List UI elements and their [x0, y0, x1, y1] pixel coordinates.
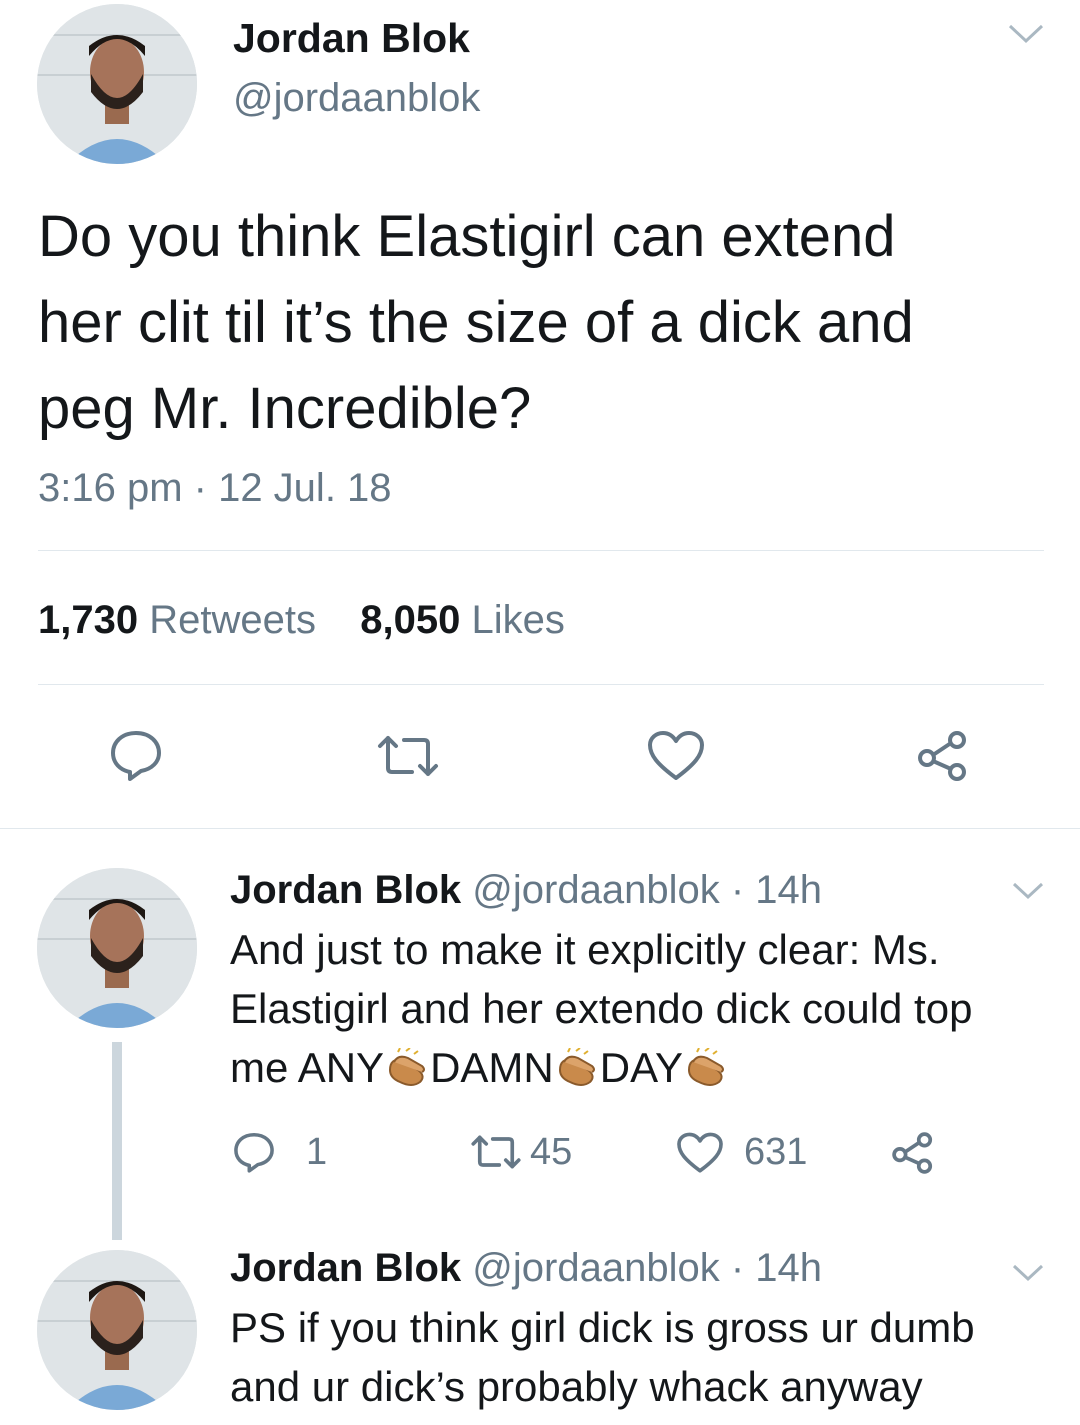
reply-header: Jordan Blok @jordaanblok · 14h: [230, 1244, 822, 1292]
avatar[interactable]: [37, 4, 197, 164]
chevron-down-icon[interactable]: [1010, 1262, 1046, 1284]
like-icon[interactable]: [676, 1132, 724, 1174]
retweet-icon[interactable]: [470, 1134, 522, 1170]
retweet-count[interactable]: 45: [530, 1130, 572, 1174]
author-name[interactable]: Jordan Blok: [233, 14, 470, 62]
clapping-hands-icon: [384, 1044, 430, 1086]
reply-text-line: PS if you think girl dick is gross ur du…: [230, 1304, 975, 1351]
reply-text-segment: DAY: [599, 1044, 683, 1091]
clapping-hands-icon: [683, 1044, 729, 1086]
clapping-hands-icon: [554, 1044, 600, 1086]
reply-header: Jordan Blok @jordaanblok · 14h: [230, 866, 822, 914]
chevron-down-icon[interactable]: [1010, 880, 1046, 902]
reply-icon[interactable]: [232, 1130, 276, 1174]
reply-text-line: Elastigirl and her extendo dick could to…: [230, 985, 973, 1032]
tweet-text: Do you think Elastigirl can extend her c…: [38, 194, 914, 452]
avatar[interactable]: [37, 868, 197, 1028]
author-handle[interactable]: @jordaanblok: [233, 74, 480, 122]
reply-text-segment: DAMN: [430, 1044, 554, 1091]
reply-meta[interactable]: @jordaanblok · 14h: [472, 868, 822, 912]
tweet-stats: 1,730 Retweets 8,050 Likes: [38, 596, 565, 644]
tweet-timestamp[interactable]: 3:16 pm · 12 Jul. 18: [38, 464, 392, 512]
retweet-count[interactable]: 1,730: [38, 598, 138, 642]
divider: [38, 684, 1044, 685]
tweet-text-line: peg Mr. Incredible?: [38, 376, 532, 441]
reply-text-line: me ANY DAMN DAY: [230, 1038, 972, 1097]
like-count[interactable]: 631: [744, 1130, 807, 1174]
like-count[interactable]: 8,050: [360, 598, 460, 642]
reply-count[interactable]: 1: [306, 1130, 327, 1174]
reply-text: And just to make it explicitly clear: Ms…: [230, 920, 972, 1097]
tweet-text-line: Do you think Elastigirl can extend: [38, 204, 896, 269]
like-label[interactable]: Likes: [471, 598, 564, 642]
retweet-label[interactable]: Retweets: [149, 598, 316, 642]
thread-line: [112, 1042, 122, 1240]
share-icon[interactable]: [890, 1130, 936, 1176]
reply-text-segment: me ANY: [230, 1044, 385, 1091]
reply-text-line: and ur dick’s probably whack anyway: [230, 1363, 923, 1410]
reply-icon[interactable]: [108, 727, 164, 783]
author-name[interactable]: Jordan Blok: [230, 868, 461, 912]
retweet-icon[interactable]: [376, 734, 440, 778]
reply-text-line: And just to make it explicitly clear: Ms…: [230, 926, 940, 973]
reply-meta[interactable]: @jordaanblok · 14h: [472, 1246, 822, 1290]
tweet-text-line: her clit til it’s the size of a dick and: [38, 290, 914, 355]
reply-text: PS if you think girl dick is gross ur du…: [230, 1298, 975, 1416]
like-icon[interactable]: [647, 730, 705, 782]
share-icon[interactable]: [915, 728, 971, 784]
divider: [0, 828, 1080, 829]
author-name[interactable]: Jordan Blok: [230, 1246, 461, 1290]
divider: [38, 550, 1044, 551]
chevron-down-icon[interactable]: [1006, 22, 1046, 46]
avatar[interactable]: [37, 1250, 197, 1410]
